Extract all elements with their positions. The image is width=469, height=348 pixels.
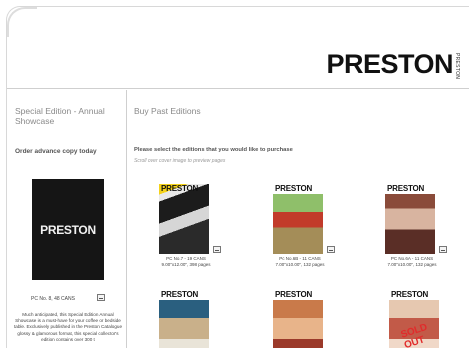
- add-to-cart-icon[interactable]: [439, 246, 447, 253]
- edition-cover[interactable]: PRESTON SOLD OUT: [389, 290, 439, 348]
- cover-logo: PRESTON: [391, 290, 429, 299]
- cover-logo: PRESTON: [275, 290, 313, 299]
- cover-logo: PRESTON: [275, 184, 313, 193]
- page-frame: PRESTON PRESTON Special Edition - Annual…: [6, 6, 469, 348]
- cover-logo: PRESTON: [161, 184, 199, 193]
- edition-cover[interactable]: PRESTON: [159, 290, 209, 348]
- edition-caption: PC No.7 - 19 CANS 9.00"x12.00", 398 page…: [156, 256, 216, 267]
- cover-logo: PRESTON: [387, 184, 425, 193]
- edition-cover[interactable]: PRESTON: [159, 184, 209, 254]
- edition-cover[interactable]: PRESTON: [273, 184, 323, 254]
- edition-cover[interactable]: PRESTON: [273, 290, 323, 348]
- cover-logo: PRESTON: [40, 222, 96, 237]
- logo-sub: PRESTON: [454, 53, 460, 80]
- edition-caption-line: 9.00"x12.00", 398 pages: [161, 261, 211, 267]
- preston-logo[interactable]: PRESTON PRESTON: [326, 49, 460, 80]
- edition-caption-line: 7.00"x10.00", 132 pages: [387, 261, 437, 267]
- special-edition-caption: PC No. 8, 48 CANS: [31, 296, 75, 302]
- special-edition-description: Much anticipated, this Special Edition A…: [13, 312, 123, 342]
- sidebar: Special Edition - Annual Showcase Order …: [7, 90, 127, 348]
- edition-caption: Pc No.6B - 11 CANS 7.00"x10.00", 132 pag…: [270, 256, 330, 267]
- special-edition-cover[interactable]: PRESTON: [32, 179, 104, 280]
- order-advance-link[interactable]: Order advance copy today: [15, 148, 97, 155]
- add-to-cart-icon[interactable]: [213, 246, 221, 253]
- cover-logo: PRESTON: [161, 290, 199, 299]
- logo-text: PRESTON: [326, 49, 453, 79]
- edition-cover[interactable]: PRESTON: [385, 184, 435, 254]
- edition-caption: PC No.6A - 11 CANS 7.00"x10.00", 132 pag…: [382, 256, 442, 267]
- sold-out-badge: SOLD OUT: [399, 321, 429, 348]
- preview-hint: Scroll over cover image to preview pages: [134, 158, 226, 164]
- page-title: Buy Past Editions: [134, 106, 201, 116]
- add-to-cart-icon[interactable]: [327, 246, 335, 253]
- main-content: Buy Past Editions Please select the edit…: [127, 90, 469, 348]
- edition-caption-line: 7.00"x10.00", 132 pages: [275, 261, 325, 267]
- sidebar-title: Special Edition - Annual Showcase: [15, 106, 105, 126]
- header: PRESTON PRESTON: [7, 7, 469, 89]
- add-to-cart-icon[interactable]: [97, 294, 105, 301]
- edition-caption-line: PC No.6A - 11 CANS: [390, 256, 434, 261]
- instructions: Please select the editions that you woul…: [134, 147, 293, 153]
